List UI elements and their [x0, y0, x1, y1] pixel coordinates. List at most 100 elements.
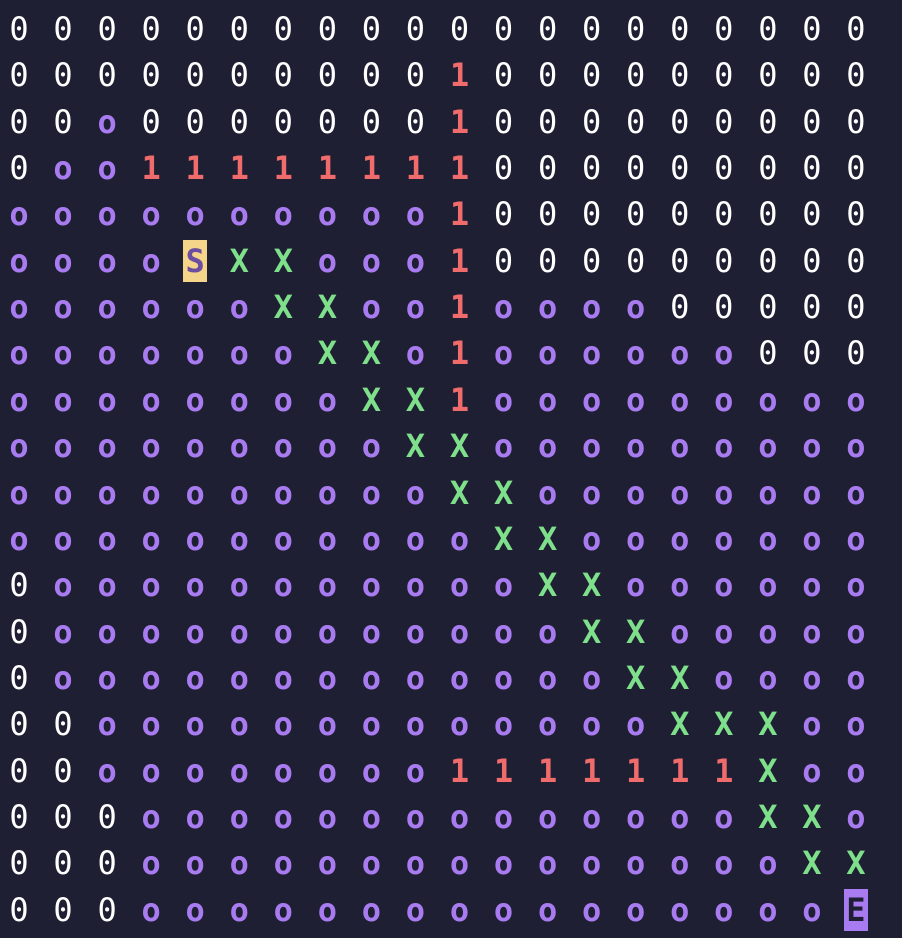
maze-cell-open: 0 — [626, 10, 646, 48]
maze-cell-visited: o — [493, 658, 514, 697]
maze-cell-visited: o — [361, 519, 382, 558]
maze-cell-visited: o — [758, 566, 778, 605]
maze-cell-open: 0 — [185, 56, 205, 95]
maze-cell-open: 0 — [9, 149, 29, 188]
maze-cell-open: 0 — [97, 890, 117, 929]
maze-cell-visited: o — [493, 844, 514, 883]
maze-cell-visited: o — [714, 473, 734, 512]
maze-cell-visited: o — [361, 241, 382, 280]
maze-cell-visited: o — [714, 427, 734, 466]
maze-cell-visited: o — [449, 658, 470, 697]
maze-cell-visited: o — [273, 566, 293, 605]
maze-cell-open: 0 — [758, 149, 778, 188]
maze-cell-path: X — [758, 751, 778, 790]
maze-cell-open: 0 — [537, 10, 558, 48]
maze-cell-visited: o — [405, 705, 426, 744]
maze-cell-visited: o — [670, 797, 690, 836]
maze-cell-open: 0 — [626, 56, 646, 95]
maze-cell-open: 0 — [582, 195, 602, 234]
maze-cell-open: 0 — [714, 195, 734, 234]
maze-cell-open: 0 — [758, 56, 778, 95]
maze-cell-open: 0 — [317, 102, 337, 141]
maze-cell-visited: o — [97, 102, 117, 141]
maze-cell-open: 0 — [97, 844, 117, 883]
maze-cell-visited: o — [273, 705, 293, 744]
maze-cell-visited: o — [141, 473, 161, 512]
maze-cell-path: X — [758, 705, 778, 744]
maze-cell-visited: o — [493, 797, 514, 836]
maze-cell-open: 0 — [758, 102, 778, 141]
maze-cell-open: 0 — [846, 149, 866, 188]
maze-cell-visited: o — [317, 519, 337, 558]
maze-cell-visited: o — [97, 566, 117, 605]
maze-cell-open: 0 — [670, 10, 690, 48]
maze-cell-visited: o — [229, 380, 249, 419]
maze-cell-visited: o — [141, 566, 161, 605]
maze-cell-open: 0 — [493, 195, 514, 234]
maze-cell-visited: o — [317, 195, 337, 234]
maze-cell-wall: 1 — [449, 380, 470, 419]
maze-cell-open: 0 — [493, 10, 514, 48]
maze-cell-open: 0 — [229, 56, 249, 95]
maze-cell-open: 0 — [714, 102, 734, 141]
maze-cell-open: 0 — [53, 10, 73, 48]
maze-cell-open: 0 — [97, 56, 117, 95]
maze-cell-open: 0 — [9, 797, 29, 836]
maze-cell-visited: o — [405, 844, 426, 883]
maze-cell-visited: o — [185, 566, 205, 605]
maze-cell-visited: o — [97, 288, 117, 327]
maze-cell-visited: o — [582, 519, 602, 558]
maze-cell-visited: o — [626, 890, 646, 929]
maze-cell-open: 0 — [361, 56, 382, 95]
maze-cell-path: X — [493, 473, 514, 512]
maze-cell-visited: o — [141, 427, 161, 466]
maze-cell-visited: o — [229, 705, 249, 744]
maze-cell-visited: o — [141, 519, 161, 558]
maze-cell-visited: o — [626, 427, 646, 466]
maze-cell-path: X — [449, 427, 470, 466]
maze-cell-visited: o — [626, 844, 646, 883]
maze-cell-visited: o — [273, 844, 293, 883]
maze-cell-open: 0 — [846, 10, 866, 48]
maze-cell-visited: o — [273, 195, 293, 234]
maze-cell-visited: o — [361, 288, 382, 327]
maze-cell-open: 0 — [317, 10, 337, 48]
maze-cell-wall: 1 — [714, 751, 734, 790]
maze-cell-visited: o — [141, 334, 161, 373]
maze-cell-visited: o — [185, 427, 205, 466]
maze-cell-visited: o — [97, 473, 117, 512]
maze-cell-visited: o — [53, 241, 73, 280]
maze-cell-visited: o — [273, 427, 293, 466]
maze-cell-open: 0 — [9, 612, 29, 651]
maze-cell-visited: o — [582, 844, 602, 883]
maze-cell-visited: o — [9, 195, 29, 234]
maze-cell-path: X — [317, 334, 337, 373]
maze-cell-path: X — [582, 612, 602, 651]
maze-cell-open: 0 — [273, 102, 293, 141]
maze-cell-open: 0 — [97, 10, 117, 48]
maze-cell-visited: o — [670, 566, 690, 605]
maze-cell-wall: 1 — [141, 149, 161, 188]
maze-cell-visited: o — [758, 473, 778, 512]
maze-cell-visited: o — [670, 334, 690, 373]
maze-cell-wall: 1 — [229, 149, 249, 188]
maze-cell-path: X — [537, 566, 558, 605]
maze-cell-visited: o — [405, 612, 426, 651]
maze-cell-wall: 1 — [670, 751, 690, 790]
maze-cell-open: 0 — [493, 241, 514, 280]
maze-cell-visited: o — [361, 705, 382, 744]
maze-cell-visited: o — [9, 380, 29, 419]
maze-cell-visited: o — [846, 612, 866, 651]
maze-cell-wall: 1 — [273, 149, 293, 188]
maze-cell-open: 0 — [582, 241, 602, 280]
maze-cell-visited: o — [229, 195, 249, 234]
maze-cell-visited: o — [53, 149, 73, 188]
maze-cell-visited: o — [714, 797, 734, 836]
maze-cell-visited: o — [317, 797, 337, 836]
maze-cell-visited: o — [405, 751, 426, 790]
maze-cell-visited: o — [802, 473, 822, 512]
maze-cell-open: 0 — [9, 844, 29, 883]
maze-cell-visited: o — [582, 427, 602, 466]
maze-cell-visited: o — [229, 658, 249, 697]
maze-cell-visited: o — [317, 705, 337, 744]
